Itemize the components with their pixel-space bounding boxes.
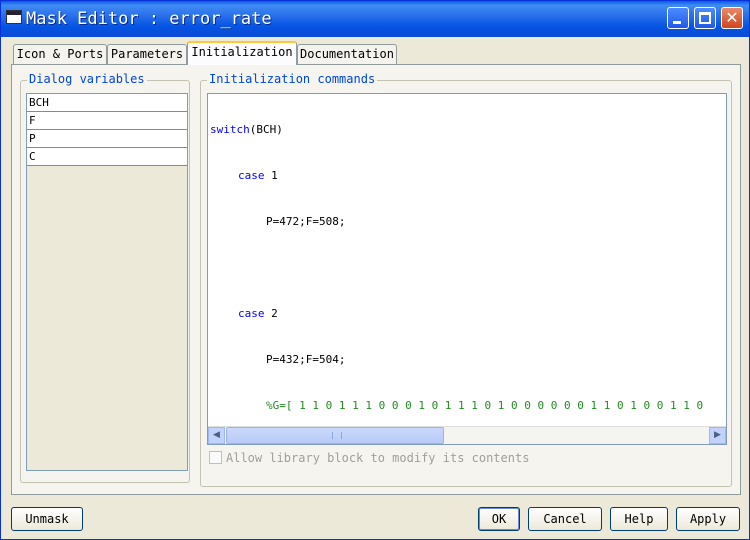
close-button[interactable]: ✕ bbox=[721, 7, 743, 29]
code-line: switch(BCH) bbox=[210, 122, 726, 142]
initialization-page: Dialog variables BCH F P C Initializatio… bbox=[11, 64, 741, 495]
code-keyword: case bbox=[238, 169, 265, 182]
minimize-button[interactable] bbox=[667, 7, 689, 29]
list-item[interactable]: P bbox=[27, 130, 187, 148]
code-line: P=472;F=508; bbox=[266, 215, 346, 228]
initialization-commands-group: Initialization commands switch(BCH) case… bbox=[200, 72, 732, 487]
help-button[interactable]: Help bbox=[610, 507, 668, 531]
dialog-variables-label: Dialog variables bbox=[27, 72, 147, 86]
maximize-button[interactable] bbox=[694, 7, 716, 29]
scrollbar-thumb[interactable] bbox=[226, 427, 444, 444]
dialog-variables-list[interactable]: BCH F P C bbox=[26, 93, 188, 471]
code-keyword: case bbox=[238, 307, 265, 320]
code-area[interactable]: switch(BCH) case 1 P=472;F=508; case 2 P… bbox=[210, 96, 726, 445]
arrow-right-icon[interactable]: ▶ bbox=[709, 427, 726, 444]
title-bar[interactable]: Mask Editor : error_rate ✕ bbox=[1, 1, 749, 37]
code-line: case 2 bbox=[210, 306, 726, 326]
list-item[interactable]: BCH bbox=[27, 94, 187, 112]
horizontal-scrollbar[interactable]: ◀ ▶ bbox=[208, 426, 726, 444]
mask-editor-window: Mask Editor : error_rate ✕ Icon & Ports … bbox=[0, 0, 750, 540]
allow-library-option[interactable]: Allow library block to modify its conten… bbox=[209, 451, 529, 465]
list-item[interactable]: C bbox=[27, 148, 187, 166]
code-text: (BCH) bbox=[249, 123, 283, 136]
close-icon: ✕ bbox=[725, 8, 739, 27]
tab-icon-ports[interactable]: Icon & Ports bbox=[13, 44, 107, 64]
code-line: case 1 bbox=[210, 168, 726, 188]
code-line: P=432;F=504; bbox=[266, 353, 346, 366]
unmask-button[interactable]: Unmask bbox=[11, 507, 83, 531]
window-title: Mask Editor : error_rate bbox=[26, 9, 272, 29]
apply-button[interactable]: Apply bbox=[676, 507, 740, 531]
initialization-commands-label: Initialization commands bbox=[207, 72, 378, 86]
allow-library-label: Allow library block to modify its conten… bbox=[226, 451, 530, 465]
code-text: 1 bbox=[264, 169, 278, 182]
code-keyword: switch bbox=[210, 123, 250, 136]
list-item[interactable]: F bbox=[27, 112, 187, 130]
code-text: 2 bbox=[264, 307, 278, 320]
minimize-icon bbox=[673, 21, 681, 24]
code-line: end bbox=[210, 444, 726, 445]
simulink-mask-icon bbox=[6, 10, 22, 24]
allow-library-checkbox[interactable] bbox=[209, 451, 222, 464]
code-comment-line: %G=[ 1 1 0 1 1 1 0 0 0 1 0 1 1 1 0 1 0 0… bbox=[266, 399, 704, 412]
maximize-icon bbox=[699, 12, 711, 24]
initialization-code-editor[interactable]: switch(BCH) case 1 P=472;F=508; case 2 P… bbox=[207, 93, 727, 445]
tab-initialization[interactable]: Initialization bbox=[187, 41, 297, 65]
dialog-variables-group: Dialog variables BCH F P C bbox=[20, 72, 190, 483]
tab-parameters[interactable]: Parameters bbox=[107, 44, 187, 64]
grip-icon bbox=[332, 432, 342, 439]
arrow-left-icon[interactable]: ◀ bbox=[208, 427, 225, 444]
tab-documentation[interactable]: Documentation bbox=[297, 44, 397, 64]
ok-button[interactable]: OK bbox=[478, 507, 520, 531]
cancel-button[interactable]: Cancel bbox=[528, 507, 602, 531]
